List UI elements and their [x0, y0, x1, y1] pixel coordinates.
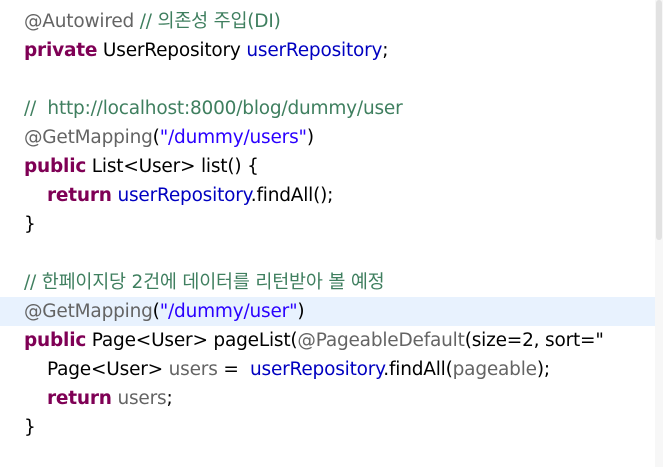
local-variable-token: users: [168, 359, 218, 380]
code-line-6: public List<User> list() {: [0, 152, 655, 181]
field-token: userRepository: [246, 40, 383, 61]
type-token: Page<User>: [47, 359, 169, 380]
brace-token: }: [24, 214, 36, 235]
comment-token: // 의존성 주입(DI): [139, 11, 281, 32]
keyword-token: public: [24, 156, 87, 177]
type-token: UserRepository: [97, 40, 247, 61]
code-line-7: return userRepository.findAll();: [0, 181, 655, 210]
code-line-15: }: [0, 413, 655, 442]
code-line-14: return users;: [0, 384, 655, 413]
code-editor[interactable]: @Autowired // 의존성 주입(DI) private UserRep…: [0, 0, 655, 467]
local-variable-token: users: [117, 388, 167, 409]
string-token: "/dummy/users": [159, 127, 307, 148]
code-line-10: // 한페이지당 2건에 데이터를 리턴받아 볼 예정: [0, 268, 655, 297]
code-line-12: public Page<User> pageList(@PageableDefa…: [0, 326, 655, 355]
code-line-1: @Autowired // 의존성 주입(DI): [0, 7, 655, 36]
vertical-scrollbar[interactable]: [655, 0, 663, 467]
code-line-5: @GetMapping("/dummy/users"): [0, 123, 655, 152]
paren-token: ): [306, 127, 314, 148]
annotation-token: @PageableDefault: [297, 330, 465, 351]
keyword-token: return: [47, 388, 112, 409]
code-line-4: // http://localhost:8000/blog/dummy/user: [0, 94, 655, 123]
code-line-13: Page<User> users = userRepository.findAl…: [0, 355, 655, 384]
code-text: Page<User> pageList(: [86, 330, 298, 351]
code-text: .findAll(: [383, 359, 453, 380]
code-line-8: }: [0, 210, 655, 239]
field-token: userRepository: [117, 185, 251, 206]
comment-token: // 한페이지당 2건에 데이터를 리턴받아 볼 예정: [24, 272, 385, 293]
paren-token: (: [152, 301, 160, 322]
code-line-2: private UserRepository userRepository;: [0, 36, 655, 65]
code-text: );: [536, 359, 550, 380]
paren-token: ): [297, 301, 305, 322]
annotation-token: @Autowired: [24, 11, 135, 32]
string-token: "/dummy/user": [159, 301, 298, 322]
semicolon-token: ;: [166, 388, 173, 409]
operator-token: =: [217, 359, 250, 380]
keyword-token: public: [24, 330, 87, 351]
paren-token: (: [152, 127, 160, 148]
annotation-token: @GetMapping: [24, 127, 153, 148]
semicolon-token: ;: [382, 40, 389, 61]
comment-token: // http://localhost:8000/blog/dummy/user: [24, 98, 403, 119]
code-text: .findAll();: [250, 185, 334, 206]
annotation-token: @GetMapping: [24, 301, 153, 322]
code-line-11-current: @GetMapping("/dummy/user"): [0, 297, 655, 326]
field-token: userRepository: [249, 359, 384, 380]
local-variable-token: pageable: [452, 359, 537, 380]
code-text: List<User> list() {: [86, 156, 259, 177]
keyword-token: return: [47, 185, 112, 206]
scrollbar-thumb[interactable]: [656, 0, 662, 240]
keyword-token: private: [24, 40, 98, 61]
brace-token: }: [24, 417, 36, 438]
code-text: (size=2, sort=": [464, 330, 604, 351]
